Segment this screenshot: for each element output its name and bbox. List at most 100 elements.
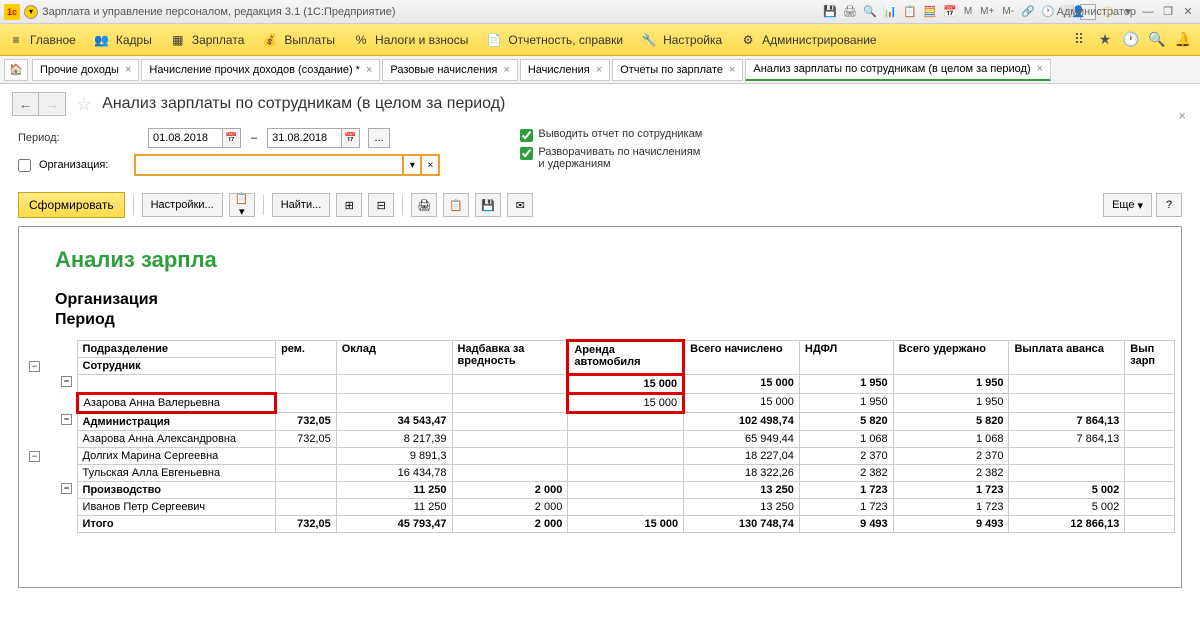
col-nadbavka: Надбавка за вредность (452, 341, 568, 375)
expand-button[interactable]: ⊞ (336, 193, 362, 217)
favorite-star-icon[interactable]: ☆ (76, 94, 92, 115)
apps-icon[interactable]: ⠿ (1070, 31, 1088, 49)
tab-reports[interactable]: Отчеты по зарплате× (612, 59, 743, 81)
find-button[interactable]: Найти... (272, 193, 331, 217)
cell-nadb: 2 000 (452, 482, 568, 499)
dropdown-icon[interactable]: ▾ (1120, 4, 1136, 20)
copy-button[interactable]: 📋 (443, 193, 469, 217)
favorite-icon[interactable]: ★ (1096, 31, 1114, 49)
cell-ndfl: 1 723 (799, 499, 893, 516)
period-label: Период: (18, 132, 108, 144)
cell-arenda (568, 482, 684, 499)
zoom-m-icon[interactable]: M (962, 4, 974, 20)
zoom-mplus-icon[interactable]: M+ (978, 4, 996, 20)
tree-toggle-icon[interactable]: − (29, 451, 40, 462)
tree-toggle-icon[interactable]: − (61, 376, 72, 387)
tree-toggle-icon[interactable]: − (61, 414, 72, 425)
cell-arenda (568, 413, 684, 431)
menu-main[interactable]: ≡Главное (8, 32, 76, 48)
cell-oklad: 11 250 (336, 482, 452, 499)
cell-adv: 7 864,13 (1009, 431, 1125, 448)
save-button[interactable]: 💾 (475, 193, 501, 217)
chk-by-employee[interactable] (520, 129, 533, 142)
page-header: ← → ☆ Анализ зарплаты по сотрудникам (в … (0, 84, 1200, 124)
date-from-input[interactable] (148, 128, 223, 148)
menu-salary[interactable]: ▦Зарплата (170, 32, 245, 48)
table-row: −Администрация732,0534 543,47102 498,745… (55, 413, 1175, 431)
bell-icon[interactable]: 🔔 (1174, 31, 1192, 49)
menu-taxes[interactable]: %Налоги и взносы (353, 32, 468, 48)
compare-icon[interactable]: 📊 (882, 4, 898, 20)
menu-settings[interactable]: 🔧Настройка (641, 32, 722, 48)
org-dropdown-icon[interactable]: ▾ (404, 154, 422, 176)
generate-button[interactable]: Сформировать (18, 192, 125, 218)
cell-name (77, 375, 276, 394)
tree-toggle-icon[interactable]: − (29, 361, 40, 372)
chk-expand[interactable] (520, 147, 533, 160)
cell-ndfl: 1 950 (799, 394, 893, 413)
menu-reports[interactable]: 📄Отчетность, справки (486, 32, 623, 48)
tab-close-icon[interactable]: × (596, 64, 602, 76)
link-icon[interactable]: 🔗 (1020, 4, 1036, 20)
calendar-from-icon[interactable]: 📅 (223, 128, 241, 148)
window-title: Зарплата и управление персоналом, редакц… (42, 6, 822, 18)
help-button[interactable]: ? (1156, 193, 1182, 217)
cell-total-c: 15 000 (684, 394, 800, 413)
tree-toggle-icon[interactable]: − (61, 483, 72, 494)
tab-charges[interactable]: Начисления× (520, 59, 610, 81)
date-to-input[interactable] (267, 128, 342, 148)
home-tab[interactable]: 🏠 (4, 59, 28, 81)
cell-name: Администрация (77, 413, 276, 431)
cell-adv (1009, 448, 1125, 465)
tab-income-create[interactable]: Начисление прочих доходов (создание) *× (141, 59, 380, 81)
nav-back-button[interactable]: ← (13, 93, 39, 115)
clipboard-icon[interactable]: 📋 (902, 4, 918, 20)
report-title: Анализ зарпла (55, 247, 1181, 273)
preview-icon[interactable]: 🔍 (862, 4, 878, 20)
menu-staff[interactable]: 👥Кадры (94, 32, 152, 48)
table-row: Иванов Петр Сергеевич11 2502 00013 2501 … (55, 499, 1175, 516)
calendar-to-icon[interactable]: 📅 (342, 128, 360, 148)
minimize-icon[interactable]: — (1140, 4, 1156, 20)
variants-button[interactable]: 📋▾ (229, 193, 255, 217)
tab-close-icon[interactable]: × (1037, 63, 1043, 75)
print-button[interactable]: 🖨 (411, 193, 437, 217)
nav-forward-button[interactable]: → (39, 93, 65, 115)
tab-other-income[interactable]: Прочие доходы× (32, 59, 139, 81)
history-icon[interactable]: 🕐 (1122, 31, 1140, 49)
tab-close-icon[interactable]: × (503, 64, 509, 76)
tab-close-icon[interactable]: × (125, 64, 131, 76)
org-filter-checkbox[interactable] (18, 159, 31, 172)
org-clear-icon[interactable]: × (422, 154, 440, 176)
search-icon[interactable]: 🔍 (1148, 31, 1166, 49)
user-button[interactable]: 👤 Администратор (1080, 4, 1096, 20)
tab-close-icon[interactable]: × (729, 64, 735, 76)
cell-pay (1125, 375, 1175, 394)
close-icon[interactable]: ✕ (1180, 4, 1196, 20)
print-icon[interactable]: 🖨 (842, 4, 858, 20)
calendar-icon[interactable]: 📅 (942, 4, 958, 20)
menu-payments[interactable]: 💰Выплаты (262, 32, 335, 48)
more-button[interactable]: Еще ▾ (1103, 193, 1152, 217)
app-menu-dropdown[interactable]: ▾ (24, 5, 38, 19)
org-input[interactable] (134, 154, 404, 176)
save-icon[interactable]: 💾 (822, 4, 838, 20)
tab-analysis[interactable]: Анализ зарплаты по сотрудникам (в целом … (745, 59, 1051, 81)
calc-icon[interactable]: 🧮 (922, 4, 938, 20)
maximize-icon[interactable]: ❐ (1160, 4, 1176, 20)
settings-button[interactable]: Настройки... (142, 193, 223, 217)
clock-icon[interactable]: 🕐 (1040, 4, 1056, 20)
cell-adv (1009, 375, 1125, 394)
collapse-button[interactable]: ⊟ (368, 193, 394, 217)
page-close-icon[interactable]: × (1178, 108, 1186, 123)
org-label: Организация: (39, 159, 108, 171)
tab-onetime[interactable]: Разовые начисления× (382, 59, 517, 81)
email-button[interactable]: ✉ (507, 193, 533, 217)
tab-close-icon[interactable]: × (366, 64, 372, 76)
cell-pay (1125, 394, 1175, 413)
zoom-mminus-icon[interactable]: M- (1000, 4, 1016, 20)
period-picker-button[interactable]: ... (368, 128, 390, 148)
cell-pay (1125, 431, 1175, 448)
menu-admin[interactable]: ⚙Администрирование (740, 32, 876, 48)
info-icon[interactable]: ⓘ (1100, 4, 1116, 20)
